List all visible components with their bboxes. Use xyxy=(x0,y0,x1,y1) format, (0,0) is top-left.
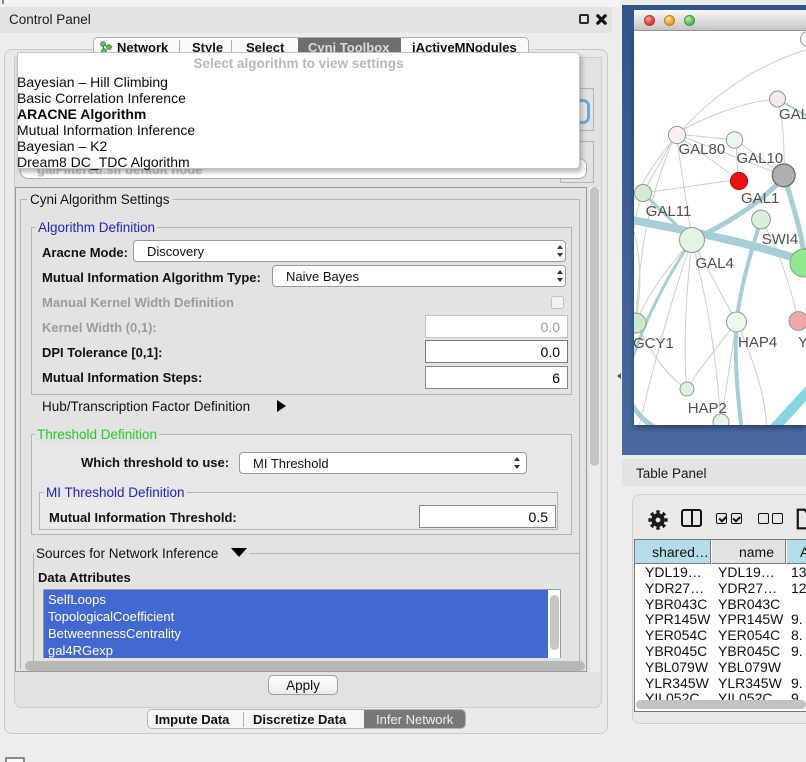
svg-text:HAP4: HAP4 xyxy=(738,334,777,351)
svg-text:Y: Y xyxy=(798,334,806,351)
svg-text:GAL10: GAL10 xyxy=(737,150,784,167)
svg-text:GAL11: GAL11 xyxy=(646,203,692,220)
svg-text:GAL80: GAL80 xyxy=(679,141,726,158)
svg-text:GAL1: GAL1 xyxy=(741,190,779,207)
svg-text:GCY1: GCY1 xyxy=(634,335,674,352)
svg-text:SWI4: SWI4 xyxy=(762,231,799,248)
svg-text:GAL4: GAL4 xyxy=(696,255,734,272)
svg-text:GAL: GAL xyxy=(779,106,806,123)
svg-text:HAP2: HAP2 xyxy=(688,400,727,417)
